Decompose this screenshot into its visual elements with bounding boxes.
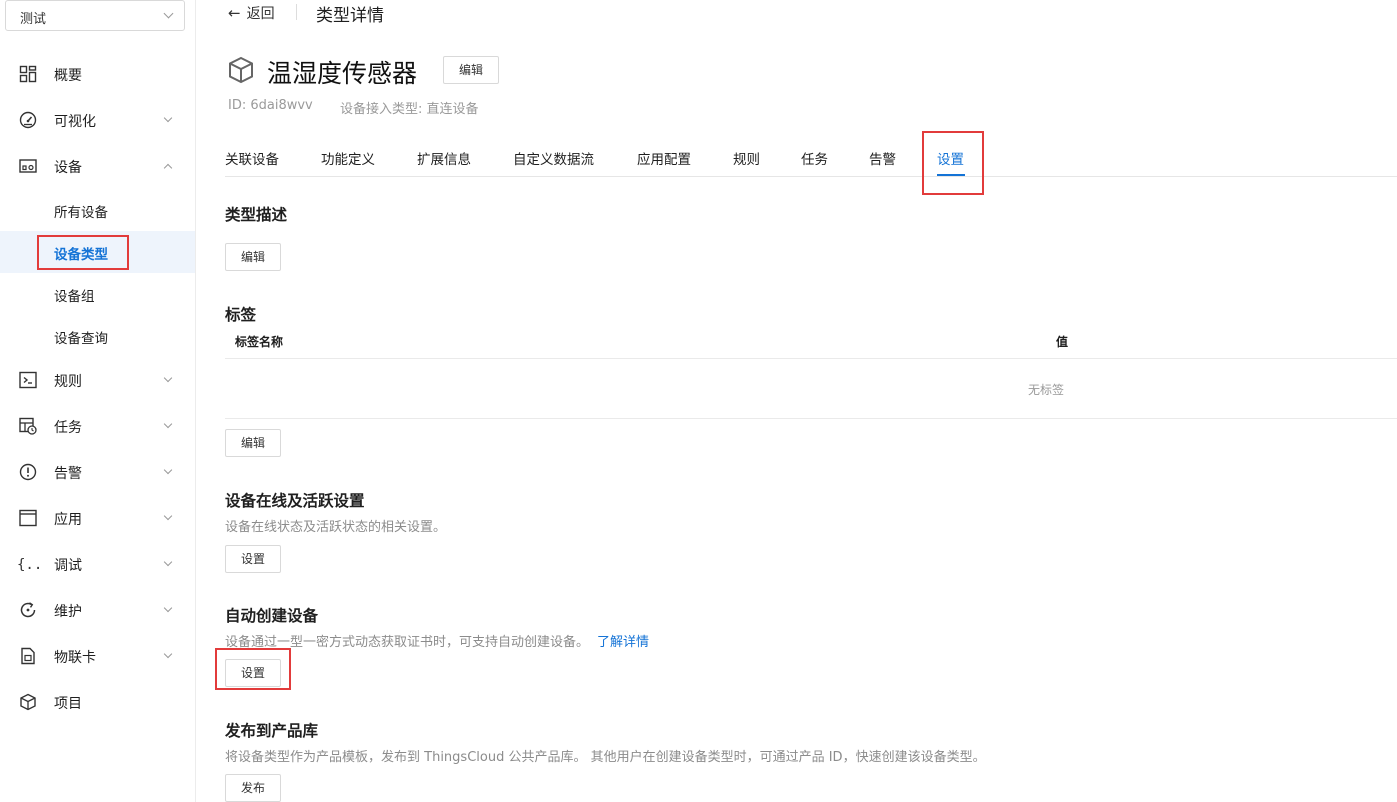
code-braces-icon: {..} [17,557,39,573]
main-content: ← 返回 类型详情 温湿度传感器 编辑 ID: 6dai8wvv 设备接入类型: … [196,0,1397,802]
sidebar-item-rules[interactable]: 规则 [0,359,195,401]
sidebar-item-debug[interactable]: {..} 调试 [0,543,195,585]
empty-state-text: 无标签 [1028,383,1065,397]
back-label: 返回 [246,6,275,22]
chevron-down-icon [163,113,173,123]
sidebar-item-label: 规则 [54,374,82,390]
sidebar-item-label: 应用 [54,512,82,528]
sidebar-subitem-device-query[interactable]: 设备查询 [0,315,195,357]
section-desc-publish: 将设备类型作为产品模板，发布到 ThingsCloud 公共产品库。 其他用户在… [225,750,986,765]
sidebar-item-label: 项目 [54,696,82,712]
tags-table-header: 标签名称 值 [225,324,1397,359]
sidebar-subitem-label: 所有设备 [54,205,108,221]
tab-tasks[interactable]: 任务 [801,148,828,168]
tab-rules[interactable]: 规则 [733,148,760,168]
tab-app-config[interactable]: 应用配置 [637,148,691,168]
window-icon [19,509,37,527]
learn-more-link[interactable]: 了解详情 [597,635,649,650]
sidebar-item-overview[interactable]: 概要 [0,53,195,95]
section-title-auto-create: 自动创建设备 [225,607,319,625]
sidebar-subitem-device-groups[interactable]: 设备组 [0,273,195,315]
tab-settings[interactable]: 设置 [937,148,964,168]
chevron-down-icon [163,511,173,521]
sidebar-item-label: 维护 [54,604,82,620]
chevron-down-icon [163,419,173,429]
sidebar-item-apps[interactable]: 应用 [0,497,195,539]
edit-description-button[interactable]: 编辑 [225,243,281,271]
tab-extended-info[interactable]: 扩展信息 [417,148,471,168]
edit-name-button[interactable]: 编辑 [443,56,499,84]
section-title-publish: 发布到产品库 [225,722,319,740]
auto-create-settings-button[interactable]: 设置 [225,659,281,687]
section-desc-online: 设备在线状态及活跃状态的相关设置。 [225,520,447,535]
refresh-icon [20,602,36,618]
device-icon [19,159,37,173]
sidebar-item-iot-card[interactable]: 物联卡 [0,635,195,677]
sidebar-subitem-label: 设备类型 [54,247,108,263]
sidebar: 测试 概要 可视化 设备 所有设备 设备类型 设备组 设备查询 规则 任务 告警… [0,0,196,802]
device-type-title: 温湿度传感器 [267,59,418,88]
sidebar-item-label: 告警 [54,466,82,482]
header-divider [296,4,297,20]
device-type-id: ID: 6dai8wvv [228,98,313,113]
column-header-tag-name: 标签名称 [235,335,284,349]
section-title-description: 类型描述 [225,206,288,224]
section-title-online: 设备在线及活跃设置 [225,492,365,510]
tab-function-definition[interactable]: 功能定义 [321,148,375,168]
chevron-down-icon [163,649,173,659]
access-type: 设备接入类型: 直连设备 [340,102,479,117]
sidebar-item-label: 任务 [54,420,82,436]
tab-custom-data-stream[interactable]: 自定义数据流 [513,148,594,168]
sidebar-item-label: 物联卡 [54,650,96,666]
tab-alerts[interactable]: 告警 [869,148,896,168]
back-link[interactable]: ← 返回 [228,3,275,23]
edit-tags-button[interactable]: 编辑 [225,429,281,457]
column-header-value: 值 [1056,335,1069,349]
sidebar-item-label: 设备 [54,160,82,176]
gauge-icon [19,111,37,129]
sidebar-subitem-label: 设备查询 [54,331,108,347]
task-icon [19,417,37,435]
sidebar-item-label: 可视化 [54,114,96,130]
sim-card-icon [21,647,35,665]
chevron-down-icon [163,603,173,613]
section-title-tags: 标签 [225,306,257,324]
sidebar-item-projects[interactable]: 项目 [0,681,195,723]
cube-icon [229,56,253,84]
tab-bar: 关联设备 功能定义 扩展信息 自定义数据流 应用配置 规则 任务 告警 设置 [225,134,1397,177]
sidebar-item-tasks[interactable]: 任务 [0,405,195,447]
arrow-left-icon: ← [228,4,241,22]
chevron-down-icon [163,373,173,383]
chevron-up-icon [163,163,173,173]
online-settings-button[interactable]: 设置 [225,545,281,573]
sidebar-subitem-all-devices[interactable]: 所有设备 [0,189,195,231]
sidebar-subitem-device-types[interactable]: 设备类型 [0,231,195,273]
sidebar-subitem-label: 设备组 [54,289,95,305]
tags-table-empty: 无标签 [225,359,1397,419]
chevron-down-icon [163,465,173,475]
terminal-icon [19,371,37,389]
sidebar-item-label: 调试 [54,558,82,574]
sidebar-item-alerts[interactable]: 告警 [0,451,195,493]
chevron-down-icon [163,557,173,567]
publish-button[interactable]: 发布 [225,774,281,802]
sidebar-item-visualization[interactable]: 可视化 [0,99,195,141]
sidebar-item-maintenance[interactable]: 维护 [0,589,195,631]
project-select-value: 测试 [20,12,47,27]
active-tab-indicator [937,174,965,176]
dashboard-icon [19,65,37,83]
auto-create-text: 设备通过一型一密方式动态获取证书时，可支持自动创建设备。 [225,635,590,650]
page-heading: 类型详情 [316,6,384,26]
svg-text:{..}: {..} [17,557,39,573]
tab-linked-devices[interactable]: 关联设备 [225,148,279,168]
project-select[interactable]: 测试 [5,0,185,31]
alert-icon [19,463,37,481]
section-desc-auto-create: 设备通过一型一密方式动态获取证书时，可支持自动创建设备。 了解详情 [225,631,649,650]
sidebar-item-label: 概要 [54,68,82,84]
cube-icon [20,693,36,711]
sidebar-item-devices[interactable]: 设备 [0,145,195,187]
chevron-down-icon [163,8,174,19]
